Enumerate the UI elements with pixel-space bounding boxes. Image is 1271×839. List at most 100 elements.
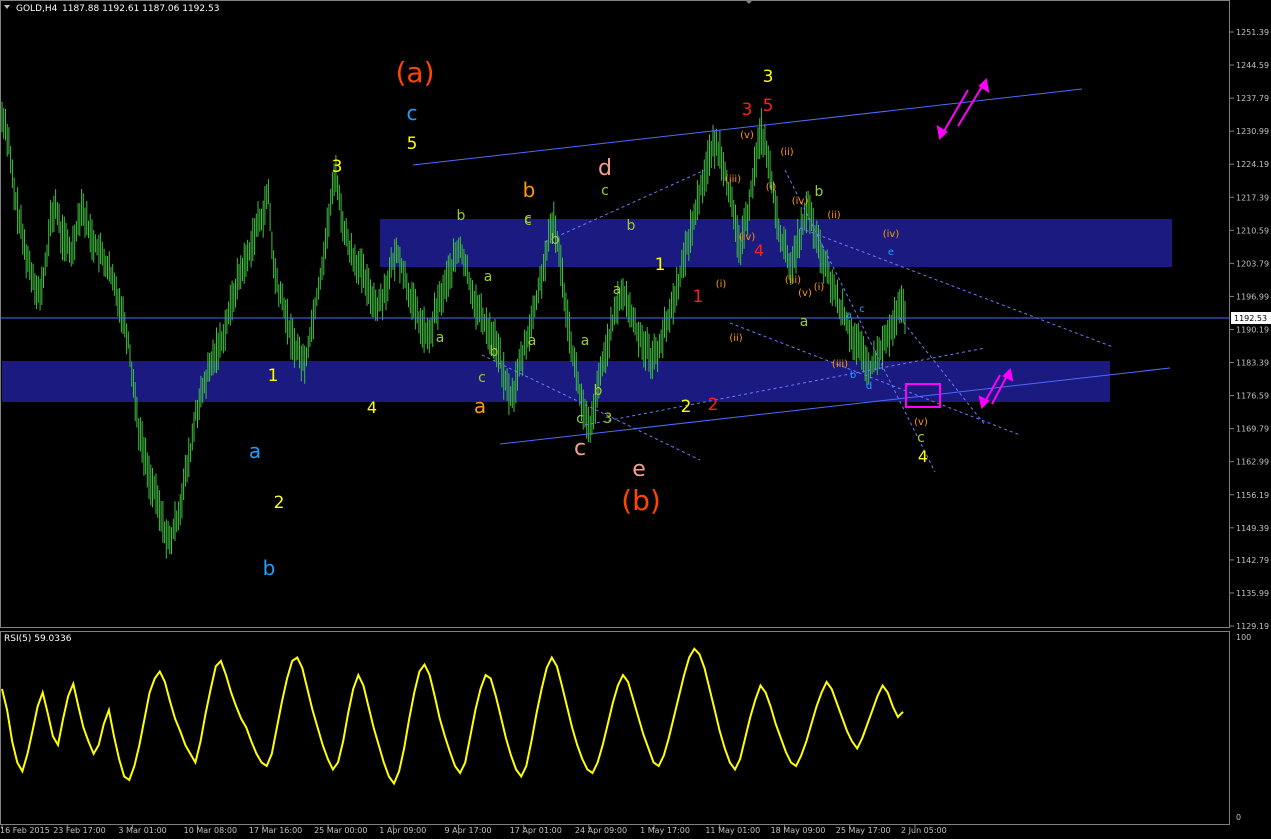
wave-label: 4	[918, 447, 928, 466]
resistance-zone	[380, 219, 1172, 267]
wave-label: c	[478, 370, 486, 386]
time-tick-label: 11 May 01:00	[705, 826, 760, 835]
wave-label: a	[436, 330, 445, 346]
wave-label: 2	[708, 395, 719, 415]
wave-label: b	[627, 218, 636, 234]
time-tick-label: 17 Apr 01:00	[510, 826, 562, 835]
price-tick-label: 1129.19	[1236, 622, 1269, 631]
chart-svg[interactable]: (a)c53ba12ab34b caabacdcabbbcce(b)12a213 5…	[0, 0, 1271, 835]
wave-label: d	[598, 156, 612, 181]
wave-label: e	[888, 247, 894, 258]
price-tick-label: 1142.79	[1236, 556, 1269, 565]
price-tick-label: 1176.59	[1236, 392, 1269, 401]
time-tick-label: 16 Feb 2015	[0, 826, 50, 835]
wave-label: (b)	[621, 484, 661, 517]
price-tick-label: 1224.19	[1236, 160, 1269, 169]
price-tick-label: 1169.79	[1236, 425, 1269, 434]
price-tick-label: 1210.59	[1236, 226, 1269, 235]
rsi-scale-top: 100	[1236, 633, 1251, 642]
wave-label: (iv)	[792, 196, 809, 207]
rsi-scale-bottom: 0	[1236, 813, 1241, 822]
wave-label: c	[917, 430, 925, 446]
wave-label: b	[551, 232, 560, 248]
rsi-label: RSI(5) 59.0336	[4, 634, 72, 644]
time-tick-label: 9 Apr 17:00	[445, 826, 492, 835]
wave-label: 5	[407, 134, 418, 154]
support-zone	[2, 361, 1110, 402]
header-ohlc: 1187.88 1192.61 1187.06 1192.53	[62, 4, 219, 14]
wave-label: (v)	[798, 288, 812, 299]
wave-label: (iii)	[785, 275, 801, 286]
time-tick-label: 1 May 17:00	[640, 826, 690, 835]
wave-label: a	[249, 439, 261, 463]
wave-label: b	[490, 344, 499, 360]
time-tick-label: 2 Jun 05:00	[901, 826, 947, 835]
wave-label: a	[474, 394, 486, 418]
price-tick-label: 1149.39	[1236, 524, 1269, 533]
wave-label: a	[846, 310, 852, 321]
wave-label: b	[523, 178, 536, 202]
wave-label: 5	[763, 96, 774, 116]
wave-label: c	[859, 304, 865, 315]
time-tick-label: 18 May 09:00	[771, 826, 826, 835]
time-tick-label: 17 Mar 16:00	[249, 826, 302, 835]
price-tick-label: 1244.59	[1236, 61, 1269, 70]
time-tick-label: 3 Mar 01:00	[118, 826, 166, 835]
price-tick-label: 1162.99	[1236, 458, 1269, 467]
wave-label: (iii)	[725, 174, 741, 185]
price-tick-label: 1251.39	[1236, 28, 1269, 37]
wave-label: c	[601, 183, 609, 199]
price-tick-label: 1217.39	[1236, 193, 1269, 202]
wave-label: a	[484, 269, 493, 285]
price-tick-label: 1135.99	[1236, 589, 1269, 598]
wave-label: a	[581, 333, 590, 349]
wave-label: 4	[754, 241, 764, 260]
time-tick-label: 25 May 17:00	[836, 826, 891, 835]
time-tick-label: 10 Mar 08:00	[184, 826, 237, 835]
time-tick-label: 23 Feb 17:00	[53, 826, 105, 835]
wave-label: 3	[332, 157, 343, 177]
wave-label: 1	[655, 255, 666, 275]
wave-label: b	[594, 383, 603, 399]
time-tick-label: 25 Mar 00:00	[314, 826, 367, 835]
wave-label: 1	[268, 366, 279, 386]
wave-label: d	[866, 381, 872, 392]
current-price-tag-text: 1192.53	[1234, 314, 1267, 323]
wave-label: (a)	[395, 56, 434, 89]
wave-label: b	[457, 208, 466, 224]
wave-label: 3	[742, 100, 753, 120]
wave-label: (ii)	[780, 147, 793, 158]
wave-label: (iv)	[883, 229, 900, 240]
wave-label: (i)	[814, 282, 825, 293]
wave-label: c	[524, 211, 532, 227]
header-symbol: GOLD,H4	[16, 4, 58, 14]
wave-label: a	[528, 333, 537, 349]
wave-label: a	[613, 282, 622, 298]
wave-label: (i)	[716, 279, 727, 290]
wave-label: 2	[681, 397, 692, 417]
wave-label: c	[574, 436, 586, 461]
wave-label: 1	[693, 287, 704, 307]
wave-label: (v)	[914, 417, 928, 428]
price-tick-label: 1237.79	[1236, 94, 1269, 103]
price-tick-label: 1183.39	[1236, 359, 1269, 368]
time-tick-label: 24 Apr 09:00	[575, 826, 627, 835]
price-tick-label: 1156.19	[1236, 491, 1269, 500]
wave-label: (ii)	[827, 210, 840, 221]
wave-label: b	[815, 184, 824, 200]
price-tick-label: 1230.99	[1236, 127, 1269, 136]
wave-label: (iii)	[832, 359, 848, 370]
chart-window[interactable]: (a) c 5 3 b a 1 2 a b 3 4 b c a a b a c d c a b b b c c e (b) 1 2 a 2 1 3 5…	[0, 0, 1271, 835]
wave-label: b	[263, 556, 276, 580]
price-tick-label: 1203.79	[1236, 259, 1269, 268]
wave-label: b	[850, 370, 856, 381]
wave-label: c	[407, 101, 418, 125]
price-tick-label: 1196.99	[1236, 292, 1269, 301]
wave-label: 2	[274, 493, 285, 513]
wave-label: (ii)	[729, 333, 742, 344]
wave-label: 3	[763, 67, 774, 87]
wave-label: c	[576, 411, 584, 427]
wave-label: a	[800, 314, 809, 330]
time-axis: 16 Feb 2015 23 Feb 17:00 3 Mar 01:00 10 Mar…	[0, 825, 947, 835]
wave-label: e	[632, 457, 646, 482]
